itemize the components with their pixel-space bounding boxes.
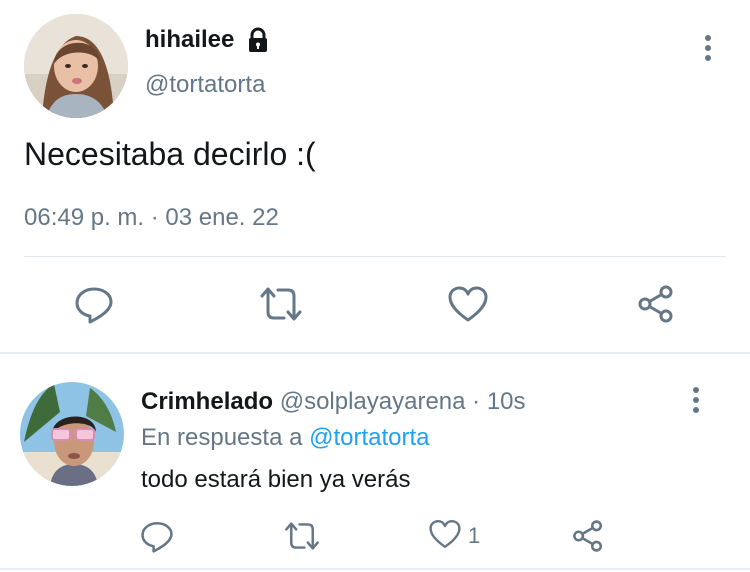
retweet-icon[interactable]	[257, 280, 305, 328]
like-icon[interactable]	[428, 518, 462, 555]
tweet-actions	[0, 280, 750, 330]
more-options-icon[interactable]	[684, 386, 708, 414]
replying-to: En respuesta a @tortatorta	[141, 424, 430, 452]
divider	[24, 256, 726, 257]
share-icon[interactable]	[632, 280, 680, 328]
timestamp[interactable]: 06:49 p. m. · 03 ene. 22	[24, 204, 279, 232]
reply-tweet[interactable]: Crimhelado @solplayayarena · 10s En resp…	[0, 354, 750, 572]
reply-text: todo estará bien ya verás	[141, 466, 411, 493]
display-name[interactable]: hihailee	[145, 26, 272, 54]
reply-header: Crimhelado @solplayayarena · 10s	[141, 388, 526, 416]
share-icon[interactable]	[571, 516, 605, 556]
bottom-divider	[0, 568, 750, 570]
avatar[interactable]	[20, 382, 124, 486]
more-options-icon[interactable]	[696, 34, 720, 62]
replying-to-label: En respuesta a	[141, 424, 303, 451]
reply-icon[interactable]	[140, 516, 174, 556]
reply-icon[interactable]	[70, 280, 118, 328]
like-button[interactable]: 1	[428, 516, 480, 556]
lock-icon	[244, 26, 272, 54]
handle[interactable]: @tortatorta	[145, 71, 265, 99]
display-name[interactable]: Crimhelado	[141, 388, 273, 415]
handle-and-time[interactable]: @solplayayarena · 10s	[280, 388, 526, 415]
avatar[interactable]	[24, 14, 128, 118]
display-name-text[interactable]: hihailee	[145, 26, 234, 54]
main-tweet: hihailee @tortatorta Necesitaba decirlo …	[0, 0, 750, 352]
tweet-text: Necesitaba decirlo :(	[24, 136, 316, 172]
like-count: 1	[468, 523, 481, 548]
retweet-icon[interactable]	[283, 516, 321, 556]
like-icon[interactable]	[444, 280, 492, 328]
reply-actions: 1	[0, 516, 750, 556]
mention-link[interactable]: @tortatorta	[309, 424, 429, 451]
